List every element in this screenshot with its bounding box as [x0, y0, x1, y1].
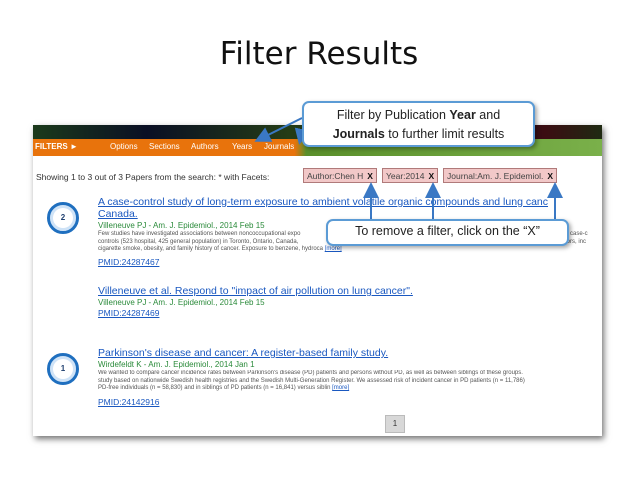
filter-callout: Filter by Publication Year and Journals …	[302, 101, 535, 147]
callout-emphasis: Year	[449, 108, 476, 122]
callout-emphasis: Journals	[332, 127, 385, 141]
callout-text: and	[475, 108, 501, 122]
remove-filter-callout: To remove a filter, click on the “X”	[326, 219, 569, 246]
callout-text: Filter by Publication	[336, 108, 450, 122]
callout-text: to further limit results	[384, 127, 505, 141]
arrow-to-years	[254, 117, 303, 142]
